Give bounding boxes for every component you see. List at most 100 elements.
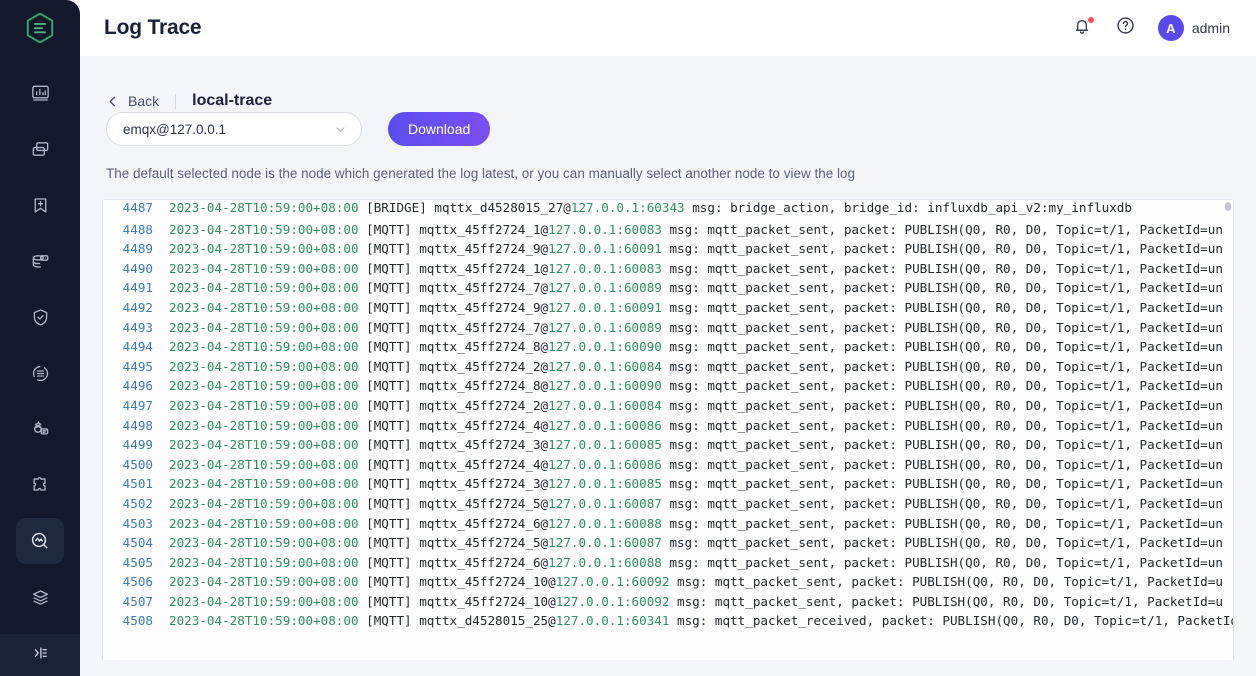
log-line-number: 4503 xyxy=(122,515,153,531)
analysis-search-icon xyxy=(29,530,51,552)
log-timestamp: 2023-04-28T10:59:00+08:00 xyxy=(169,495,359,511)
scrollbar-thumb[interactable] xyxy=(1225,202,1231,211)
log-line: 4487 2023-04-28T10:59:00+08:00 [BRIDGE] m… xyxy=(103,200,1233,218)
log-tag-client: [MQTT] mqttx_45ff2724_8@ xyxy=(358,339,549,355)
log-tag-client: [MQTT] mqttx_45ff2724_3@ xyxy=(358,437,549,453)
log-line-number: 4505 xyxy=(122,554,153,570)
log-line-number: 4497 xyxy=(122,397,153,413)
node-select[interactable]: emqx@127.0.0.1 xyxy=(106,112,362,146)
log-ip-port: 127.0.0.1:60088 xyxy=(548,515,662,531)
log-ip-port: 127.0.0.1:60341 xyxy=(555,613,670,629)
gear-chat-icon xyxy=(30,419,51,440)
log-line: 4495 2023-04-28T10:59:00+08:00 [MQTT] mqt… xyxy=(103,357,1233,377)
log-viewer[interactable]: 4487 2023-04-28T10:59:00+08:00 [BRIDGE] m… xyxy=(102,199,1234,660)
notifications-button[interactable] xyxy=(1070,16,1094,40)
log-message: msg: mqtt_packet_sent, packet: PUBLISH(Q… xyxy=(661,280,1223,296)
log-line: 4488 2023-04-28T10:59:00+08:00 [MQTT] mqt… xyxy=(103,220,1233,240)
log-line: 4502 2023-04-28T10:59:00+08:00 [MQTT] mqt… xyxy=(103,494,1233,514)
breadcrumb-current: local-trace xyxy=(192,92,273,109)
log-line-number: 4489 xyxy=(122,241,153,257)
log-ip-port: 127.0.0.1:60092 xyxy=(555,574,670,590)
back-label: Back xyxy=(128,93,160,109)
help-button[interactable] xyxy=(1114,16,1138,40)
topbar-actions: A admin xyxy=(1070,15,1230,41)
log-message: msg: mqtt_packet_sent, packet: PUBLISH(Q… xyxy=(669,574,1223,590)
log-tag-client: [MQTT] mqttx_45ff2724_9@ xyxy=(358,299,549,315)
log-ip-port: 127.0.0.1:60089 xyxy=(548,280,662,296)
log-line: 4496 2023-04-28T10:59:00+08:00 [MQTT] mqt… xyxy=(103,376,1233,396)
log-line: 4501 2023-04-28T10:59:00+08:00 [MQTT] mqt… xyxy=(103,474,1233,494)
sidebar-item-configuration[interactable] xyxy=(16,574,64,620)
log-message: msg: mqtt_packet_sent, packet: PUBLISH(Q… xyxy=(661,456,1223,472)
download-button[interactable]: Download xyxy=(388,112,491,146)
log-tag-client: [MQTT] mqttx_45ff2724_10@ xyxy=(358,593,556,609)
log-line: 4492 2023-04-28T10:59:00+08:00 [MQTT] mqt… xyxy=(103,298,1233,318)
sidebar-item-diagnose[interactable] xyxy=(16,518,64,564)
log-ip-port: 127.0.0.1:60085 xyxy=(548,437,662,453)
emqx-logo[interactable] xyxy=(0,0,80,56)
question-circle-icon xyxy=(1115,15,1136,41)
log-vertical-scrollbar[interactable] xyxy=(1225,202,1231,658)
sidebar-item-dashboard[interactable] xyxy=(16,70,64,116)
log-message: msg: mqtt_packet_sent, packet: PUBLISH(Q… xyxy=(661,241,1223,257)
user-menu[interactable]: A admin xyxy=(1157,15,1230,41)
chart-monitor-icon xyxy=(30,83,51,104)
breadcrumb: Back local-trace xyxy=(102,56,1234,112)
log-ip-port: 127.0.0.1:60086 xyxy=(548,456,662,472)
log-timestamp: 2023-04-28T10:59:00+08:00 xyxy=(169,437,359,453)
log-timestamp: 2023-04-28T10:59:00+08:00 xyxy=(169,515,359,531)
collapse-sidebar-button[interactable] xyxy=(0,634,80,676)
log-line: 4503 2023-04-28T10:59:00+08:00 [MQTT] mqt… xyxy=(103,514,1233,534)
log-tag-client: [MQTT] mqttx_45ff2724_7@ xyxy=(358,280,549,296)
back-button[interactable]: Back xyxy=(106,93,159,109)
log-line-number: 4493 xyxy=(122,319,153,335)
log-tag-client: [MQTT] mqttx_45ff2724_9@ xyxy=(358,241,549,257)
log-ip-port: 127.0.0.1:60092 xyxy=(555,593,670,609)
notification-dot xyxy=(1087,17,1094,23)
log-line: 4498 2023-04-28T10:59:00+08:00 [MQTT] mqt… xyxy=(103,416,1233,436)
log-ip-port: 127.0.0.1:60087 xyxy=(548,535,662,551)
log-tag-client: [MQTT] mqttx_45ff2724_6@ xyxy=(358,554,549,570)
log-line-number: 4506 xyxy=(122,574,153,590)
sidebar-item-access-control[interactable] xyxy=(16,294,64,340)
sidebar-item-clients[interactable] xyxy=(16,126,64,172)
collapse-panel-icon xyxy=(30,643,50,668)
log-tag-client: [MQTT] mqttx_45ff2724_3@ xyxy=(358,476,549,492)
log-scroll-region[interactable]: 4487 2023-04-28T10:59:00+08:00 [BRIDGE] m… xyxy=(103,200,1233,660)
log-line: 4506 2023-04-28T10:59:00+08:00 [MQTT] mqt… xyxy=(103,572,1233,592)
log-ip-port: 127.0.0.1:60087 xyxy=(548,495,662,511)
log-tag-client: [MQTT] mqttx_45ff2724_10@ xyxy=(358,574,556,590)
log-line: 4493 2023-04-28T10:59:00+08:00 [MQTT] mqt… xyxy=(103,318,1233,338)
topbar: Log Trace A admin xyxy=(80,0,1256,56)
log-timestamp: 2023-04-28T10:59:00+08:00 xyxy=(169,397,359,413)
sidebar-item-management[interactable] xyxy=(16,406,64,452)
sidebar-item-rules[interactable] xyxy=(16,182,64,228)
sidebar-item-retained[interactable] xyxy=(16,350,64,396)
log-message: msg: mqtt_packet_sent, packet: PUBLISH(Q… xyxy=(661,260,1223,276)
log-timestamp: 2023-04-28T10:59:00+08:00 xyxy=(169,241,359,257)
log-timestamp: 2023-04-28T10:59:00+08:00 xyxy=(169,280,359,296)
log-timestamp: 2023-04-28T10:59:00+08:00 xyxy=(169,319,359,335)
log-ip-port: 127.0.0.1:60090 xyxy=(548,339,662,355)
log-tag-client: [MQTT] mqttx_45ff2724_2@ xyxy=(358,397,549,413)
log-message: msg: mqtt_packet_sent, packet: PUBLISH(Q… xyxy=(661,378,1223,394)
log-ip-port: 127.0.0.1:60091 xyxy=(548,299,662,315)
log-message: msg: mqtt_packet_sent, packet: PUBLISH(Q… xyxy=(661,319,1223,335)
log-line: 4494 2023-04-28T10:59:00+08:00 [MQTT] mqt… xyxy=(103,337,1233,357)
log-ip-port: 127.0.0.1:60086 xyxy=(548,417,662,433)
log-message: msg: mqtt_packet_sent, packet: PUBLISH(Q… xyxy=(661,515,1223,531)
log-timestamp: 2023-04-28T10:59:00+08:00 xyxy=(169,417,359,433)
chevron-down-icon xyxy=(334,123,347,136)
log-line: 4507 2023-04-28T10:59:00+08:00 [MQTT] mqt… xyxy=(103,592,1233,612)
log-line-number: 4507 xyxy=(122,593,153,609)
log-ip-port: 127.0.0.1:60083 xyxy=(548,260,662,276)
log-tag-client: [MQTT] mqttx_45ff2724_4@ xyxy=(358,417,549,433)
log-message: msg: mqtt_packet_sent, packet: PUBLISH(Q… xyxy=(661,495,1223,511)
log-ip-port: 127.0.0.1:60085 xyxy=(548,476,662,492)
log-message: msg: mqtt_packet_sent, packet: PUBLISH(Q… xyxy=(661,554,1223,570)
log-line: 4497 2023-04-28T10:59:00+08:00 [MQTT] mqt… xyxy=(103,396,1233,416)
sidebar-item-extensions[interactable] xyxy=(16,462,64,508)
log-message: msg: mqtt_packet_sent, packet: PUBLISH(Q… xyxy=(661,535,1223,551)
sidebar-item-data-integration[interactable] xyxy=(16,238,64,284)
log-line: 4489 2023-04-28T10:59:00+08:00 [MQTT] mqt… xyxy=(103,239,1233,259)
